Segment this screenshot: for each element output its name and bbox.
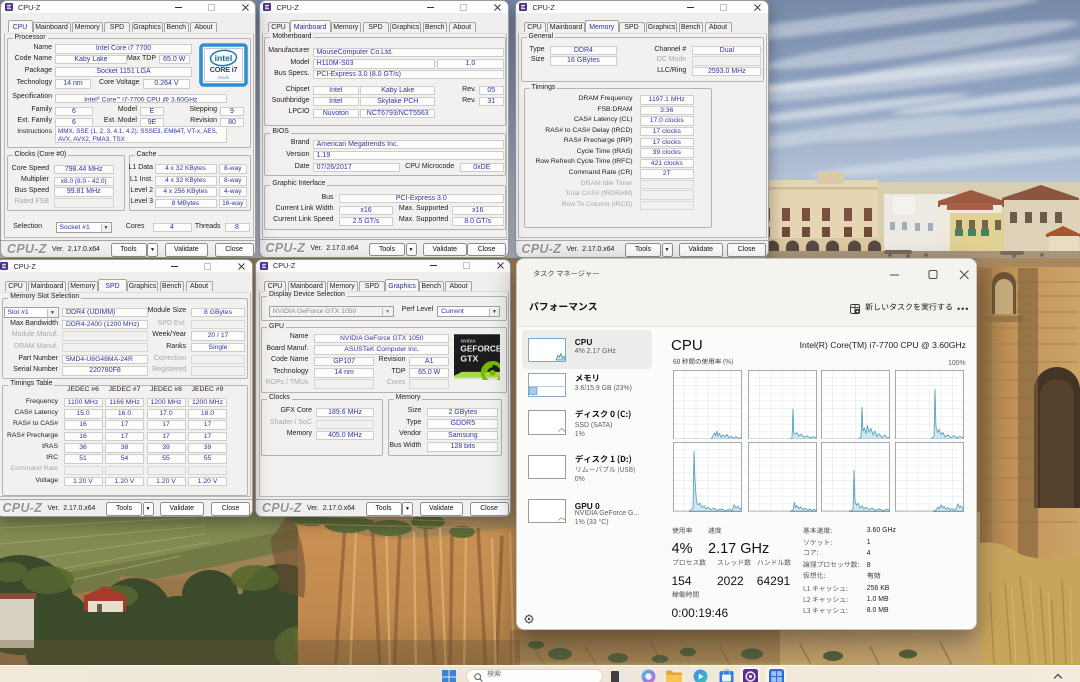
svg-text:intel: intel bbox=[214, 53, 232, 63]
svg-text:GTX: GTX bbox=[460, 353, 478, 363]
svg-text:GEFORCE: GEFORCE bbox=[460, 344, 500, 354]
svg-text:CORE i7: CORE i7 bbox=[209, 65, 237, 74]
svg-text:inside: inside bbox=[217, 75, 229, 80]
